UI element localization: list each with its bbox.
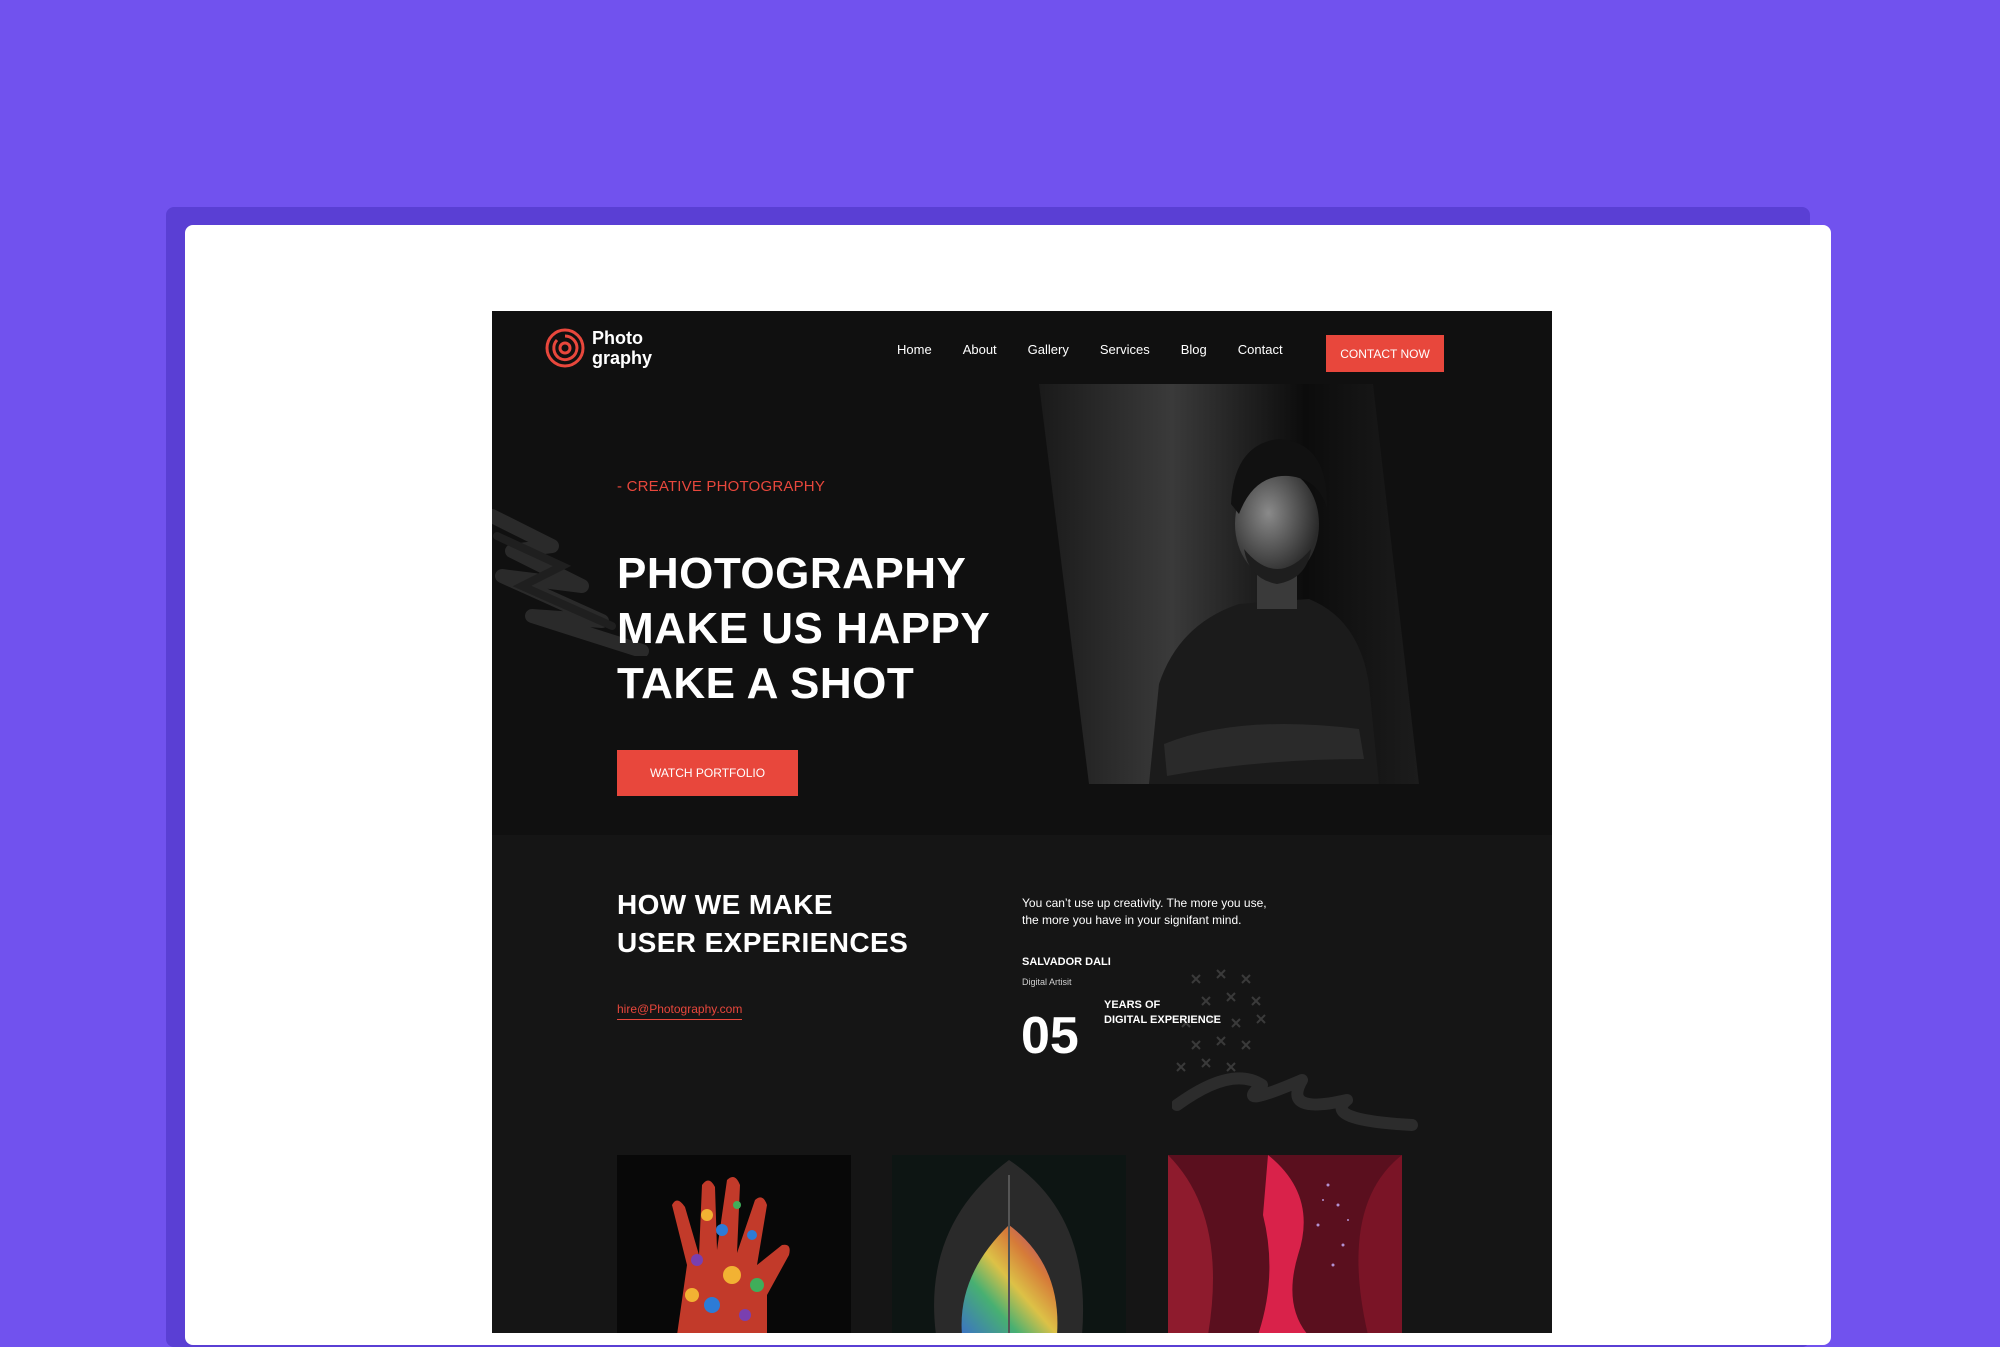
about-heading: HOW WE MAKE USER EXPERIENCES [617,886,908,962]
gallery-photo-red-canyon[interactable] [1168,1155,1402,1333]
quote-line2: the more you have in your signifant mind… [1022,913,1242,927]
hero-headline-line2: MAKE US HAPPY [617,604,991,653]
hero-headline: PHOTOGRAPHY MAKE US HAPPY TAKE A SHOT [617,546,990,711]
quote-author-role: Digital Artisit [1022,977,1072,987]
hero-kicker: - CREATIVE PHOTOGRAPHY [617,478,826,495]
nav-item-contact[interactable]: Contact [1238,342,1283,357]
hero-section: Photo graphy Home About Gallery Services… [492,311,1552,835]
brand-name: Photo graphy [592,328,652,368]
nav-item-home[interactable]: Home [897,342,932,357]
nav-item-blog[interactable]: Blog [1181,342,1207,357]
brand-logo[interactable]: Photo graphy [544,327,652,369]
hero-headline-line3: TAKE A SHOT [617,659,915,708]
about-heading-line1: HOW WE MAKE [617,889,833,920]
years-label-line2: DIGITAL EXPERIENCE [1104,1014,1221,1026]
about-section: HOW WE MAKE USER EXPERIENCES hire@Photog… [492,835,1552,1333]
brand-name-line1: Photo [592,328,643,348]
photographer-portrait [1039,384,1419,784]
about-heading-line2: USER EXPERIENCES [617,927,909,958]
years-experience-label: YEARS OF DIGITAL EXPERIENCE [1104,998,1221,1028]
gallery-photo-painted-hand[interactable] [617,1155,851,1333]
creativity-quote: You can’t use up creativity. The more yo… [1022,895,1292,929]
painted-hand-photo-icon [617,1155,851,1333]
rainbow-leaf-photo-icon [892,1155,1126,1333]
gallery-photo-rainbow-leaf[interactable] [892,1155,1126,1333]
camera-aperture-icon [545,328,585,368]
years-experience-number: 05 [1021,1007,1079,1065]
nav-item-services[interactable]: Services [1100,342,1150,357]
nav-item-gallery[interactable]: Gallery [1028,342,1069,357]
quote-line1: You can’t use up creativity. The more yo… [1022,896,1267,910]
nav-item-about[interactable]: About [963,342,997,357]
watch-portfolio-button[interactable]: WATCH PORTFOLIO [617,750,798,796]
hire-email-link[interactable]: hire@Photography.com [617,1002,743,1020]
main-nav: Home About Gallery Services Blog Contact [897,342,1283,357]
website-mockup: Photo graphy Home About Gallery Services… [492,311,1552,1333]
quote-author: SALVADOR DALI [1022,956,1111,968]
years-label-line1: YEARS OF [1104,999,1161,1011]
brand-name-line2: graphy [592,348,653,368]
contact-now-button[interactable]: CONTACT NOW [1326,335,1444,372]
hero-headline-line1: PHOTOGRAPHY [617,549,967,598]
red-canyon-photo-icon [1168,1155,1402,1333]
cross-pattern-decoration [1172,969,1418,1131]
